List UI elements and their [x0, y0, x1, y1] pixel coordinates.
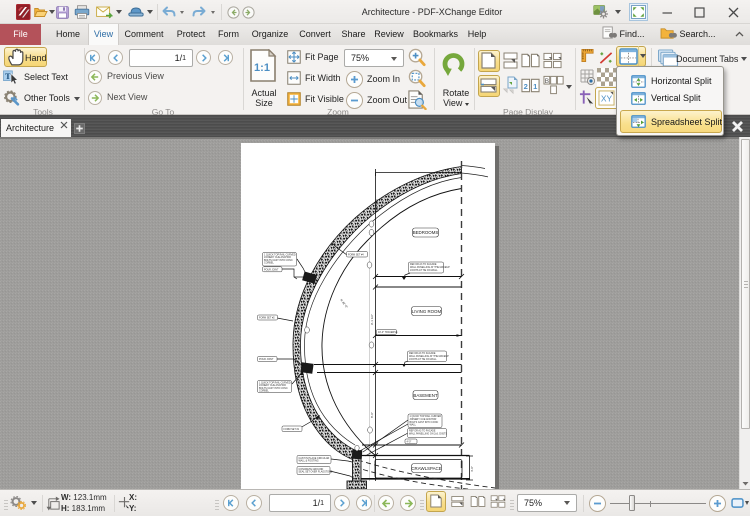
svg-text:(2'-2 7/8"): (2'-2 7/8")	[375, 199, 379, 212]
svg-text:FORM SET #2: FORM SET #2	[259, 317, 275, 320]
svg-text:CORBEL: CORBEL	[264, 262, 275, 265]
svg-text:T: T	[5, 71, 11, 81]
svg-text:9'-1 1/2": 9'-1 1/2"	[370, 314, 374, 325]
svg-text:FORM SET #1: FORM SET #1	[284, 428, 300, 431]
svg-text:FORM SET #4: FORM SET #4	[348, 253, 364, 256]
svg-text:XY: XY	[601, 93, 613, 103]
svg-text:BEDROOMS: BEDROOMS	[413, 230, 439, 235]
svg-text:LIVING ROOM: LIVING ROOM	[412, 309, 442, 314]
svg-text:SEAL SET OVER FLAGSTONE: SEAL SET OVER FLAGSTONE	[299, 471, 333, 474]
svg-text:JOINTS AT TIE ON WALL: JOINTS AT TIE ON WALL	[409, 358, 437, 361]
svg-text:WALL: WALL	[410, 424, 417, 427]
svg-text:POUR JOINT: POUR JOINT	[264, 268, 279, 271]
svg-text:4'-0": 4'-0"	[470, 466, 474, 472]
svg-text:POUR JOINT: POUR JOINT	[259, 358, 274, 361]
svg-text:BASEMENT: BASEMENT	[413, 393, 437, 398]
svg-text:CORBEL: CORBEL	[259, 390, 270, 393]
svg-text:WALL PANELLING ON 2x3 JOISTS: WALL PANELLING ON 2x3 JOISTS	[409, 433, 447, 436]
svg-text:JOINTS AT TIE ON WALL: JOINTS AT TIE ON WALL	[410, 269, 438, 272]
svg-text:1:1: 1:1	[254, 62, 270, 74]
svg-text:8'-0": 8'-0"	[370, 412, 374, 418]
svg-text:4'-0": 4'-0"	[407, 441, 412, 444]
svg-text:2: 2	[524, 82, 528, 91]
svg-text:WALL & FOOTING: WALL & FOOTING	[299, 460, 319, 463]
svg-text:B: B	[545, 78, 550, 85]
svg-text:40'-0" TRAVERSE: 40'-0" TRAVERSE	[378, 331, 398, 334]
svg-text:CRAWLSPACE: CRAWLSPACE	[411, 466, 441, 471]
